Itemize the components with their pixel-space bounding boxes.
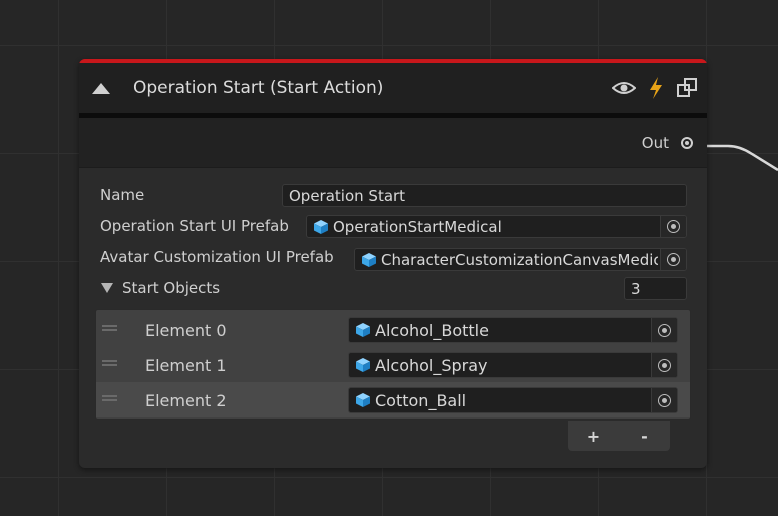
object-picker-button[interactable] xyxy=(651,388,677,412)
element-object-field[interactable]: Cotton_Ball xyxy=(348,387,678,413)
drag-handle-icon[interactable] xyxy=(102,360,117,366)
element-label: Element 2 xyxy=(145,391,227,410)
header-icons xyxy=(612,76,698,100)
element-value: Cotton_Ball xyxy=(375,390,467,410)
out-port[interactable] xyxy=(681,136,693,149)
list-item[interactable]: Element 2 Cotton_Ball xyxy=(96,382,690,417)
prefab-cube-icon xyxy=(355,357,371,373)
prefab-cube-icon xyxy=(361,252,377,268)
avatar-prefab-field[interactable]: CharacterCustomizationCanvasMedical xyxy=(354,248,687,271)
prefab-link-icon[interactable] xyxy=(676,77,698,99)
operation-start-prefab-field[interactable]: OperationStartMedical xyxy=(306,215,687,238)
target-icon xyxy=(658,358,671,372)
out-port-label: Out xyxy=(641,133,669,152)
target-icon xyxy=(667,253,680,266)
node-title: Operation Start (Start Action) xyxy=(133,78,384,98)
remove-element-button[interactable]: - xyxy=(619,427,670,446)
target-icon xyxy=(667,220,680,233)
target-icon xyxy=(658,393,671,407)
object-picker-button[interactable] xyxy=(651,353,677,377)
collapse-arrow-icon[interactable] xyxy=(92,82,110,94)
operation-start-prefab-label: Operation Start UI Prefab xyxy=(100,217,289,235)
object-picker-button[interactable] xyxy=(660,249,686,270)
list-item[interactable]: Element 1 Alcohol_Spray xyxy=(96,347,690,382)
element-object-field[interactable]: Alcohol_Spray xyxy=(348,352,678,378)
operation-start-prefab-value: OperationStartMedical xyxy=(333,217,502,236)
output-port-row: Out xyxy=(79,118,707,168)
array-size-field[interactable]: 3 xyxy=(624,277,687,300)
start-objects-list: Element 0 Alcohol_Bottle Element 1 Alcoh… xyxy=(95,309,691,420)
object-picker-button[interactable] xyxy=(660,216,686,237)
list-controls: + - xyxy=(568,421,670,451)
graph-canvas[interactable]: Operation Start (Start Action) Out Name … xyxy=(0,0,778,516)
avatar-prefab-row: Avatar Customization UI Prefab Character… xyxy=(79,242,707,273)
element-label: Element 0 xyxy=(145,321,227,340)
array-size-value: 3 xyxy=(631,279,641,298)
prefab-cube-icon xyxy=(355,322,371,338)
element-object-field[interactable]: Alcohol_Bottle xyxy=(348,317,678,343)
properties-panel: Name Operation Start Operation Start UI … xyxy=(79,168,707,304)
prefab-cube-icon xyxy=(313,219,329,235)
drag-handle-icon[interactable] xyxy=(102,325,117,331)
drag-handle-icon[interactable] xyxy=(102,395,117,401)
lightning-icon[interactable] xyxy=(648,76,664,100)
object-picker-button[interactable] xyxy=(651,318,677,342)
prefab-cube-icon xyxy=(355,392,371,408)
element-value: Alcohol_Bottle xyxy=(375,320,489,340)
foldout-arrow-icon[interactable] xyxy=(101,283,113,293)
node-header[interactable]: Operation Start (Start Action) xyxy=(79,63,707,118)
element-label: Element 1 xyxy=(145,356,227,375)
add-element-button[interactable]: + xyxy=(568,427,619,446)
operation-start-node[interactable]: Operation Start (Start Action) Out Name … xyxy=(79,59,707,468)
avatar-prefab-label: Avatar Customization UI Prefab xyxy=(100,248,334,266)
name-value: Operation Start xyxy=(289,186,406,205)
element-value: Alcohol_Spray xyxy=(375,355,488,375)
name-field[interactable]: Operation Start xyxy=(282,184,687,207)
list-item[interactable]: Element 0 Alcohol_Bottle xyxy=(96,312,690,347)
avatar-prefab-value: CharacterCustomizationCanvasMedical xyxy=(381,250,658,269)
target-icon xyxy=(658,323,671,337)
operation-start-prefab-row: Operation Start UI Prefab OperationStart… xyxy=(79,211,707,242)
name-row: Name Operation Start xyxy=(79,180,707,211)
start-objects-row: Start Objects 3 xyxy=(79,273,707,304)
name-label: Name xyxy=(100,186,145,204)
start-objects-label: Start Objects xyxy=(122,279,221,297)
eye-icon[interactable] xyxy=(612,80,636,96)
